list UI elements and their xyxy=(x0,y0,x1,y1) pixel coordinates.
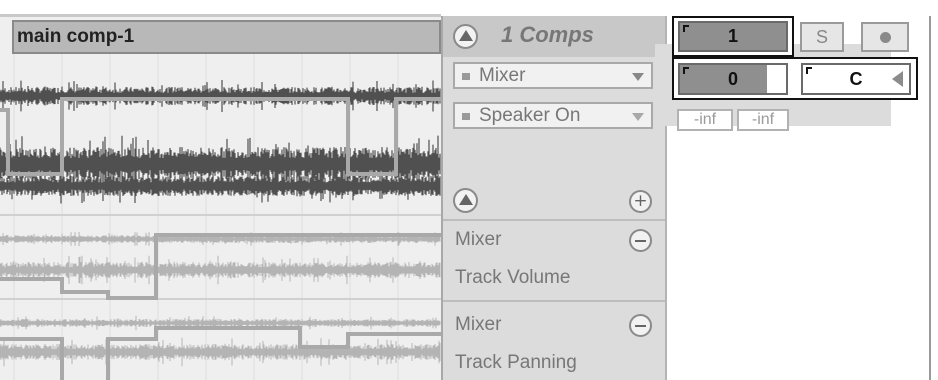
show-lanes-button[interactable] xyxy=(453,188,478,213)
lane-2-device: Mixer xyxy=(455,314,502,335)
pan-value: C xyxy=(849,69,863,89)
solo-label: S xyxy=(815,27,828,47)
device-chooser[interactable]: Mixer xyxy=(453,62,653,89)
triangle-left-icon xyxy=(892,71,903,87)
volume-field[interactable]: 0 xyxy=(678,63,788,95)
lane-2-parameter: Track Panning xyxy=(455,352,577,373)
remove-lane-2-button[interactable] xyxy=(629,314,652,337)
peak-meter-right[interactable]: -inf xyxy=(737,109,789,131)
peak-meter-left[interactable]: -inf xyxy=(677,109,733,131)
solo-button[interactable]: S xyxy=(800,22,844,52)
peak-left-value: -inf xyxy=(693,111,717,128)
corner-icon xyxy=(806,67,812,74)
corner-icon xyxy=(683,67,689,74)
triangle-up-icon xyxy=(458,194,473,205)
track-automation-panel: 1 Comps Mixer Speaker On + Mixer Track V… xyxy=(441,16,667,380)
clip-name: main comp-1 xyxy=(17,26,135,47)
remove-lane-1-button[interactable] xyxy=(629,229,652,252)
chooser-square-icon xyxy=(462,113,470,120)
arrangement-clip-area: main comp-1 xyxy=(0,0,441,380)
lane-1-parameter: Track Volume xyxy=(455,267,571,288)
chevron-down-icon xyxy=(632,113,644,121)
volume-value: 0 xyxy=(727,69,738,89)
device-chooser-value: Mixer xyxy=(479,65,526,86)
lane-1-device: Mixer xyxy=(455,229,502,250)
arm-record-button[interactable] xyxy=(861,22,909,52)
track-activator-button[interactable]: 1 xyxy=(678,21,788,52)
lane-divider xyxy=(443,300,665,302)
audio-waveform xyxy=(0,80,441,367)
automation-lanes xyxy=(0,214,441,300)
chooser-square-icon xyxy=(462,73,470,80)
peak-right-value: -inf xyxy=(751,111,775,128)
track-number: 1 xyxy=(727,26,738,46)
control-chooser-value: Speaker On xyxy=(479,105,581,126)
waveform-display[interactable] xyxy=(0,0,441,380)
minus-icon xyxy=(635,239,646,242)
pan-field[interactable]: C xyxy=(801,63,911,95)
lane-divider xyxy=(443,219,665,221)
record-icon xyxy=(879,31,891,43)
minus-icon xyxy=(635,324,646,327)
track-title: 1 Comps xyxy=(501,22,594,47)
triangle-up-icon xyxy=(458,30,473,41)
fold-track-button[interactable] xyxy=(453,24,478,49)
plus-icon: + xyxy=(633,191,648,211)
chevron-down-icon xyxy=(632,73,644,81)
clip-title-bar[interactable]: main comp-1 xyxy=(12,20,441,54)
volume-slider-remainder xyxy=(767,65,786,93)
corner-icon xyxy=(683,25,689,32)
add-lane-button[interactable]: + xyxy=(629,190,652,213)
track-header[interactable]: 1 Comps xyxy=(443,16,665,57)
panel-edge-rule xyxy=(929,16,931,380)
session-view: main comp-1 1 Comps Mixer Speaker On + M… xyxy=(0,0,938,380)
control-chooser[interactable]: Speaker On xyxy=(453,102,653,129)
